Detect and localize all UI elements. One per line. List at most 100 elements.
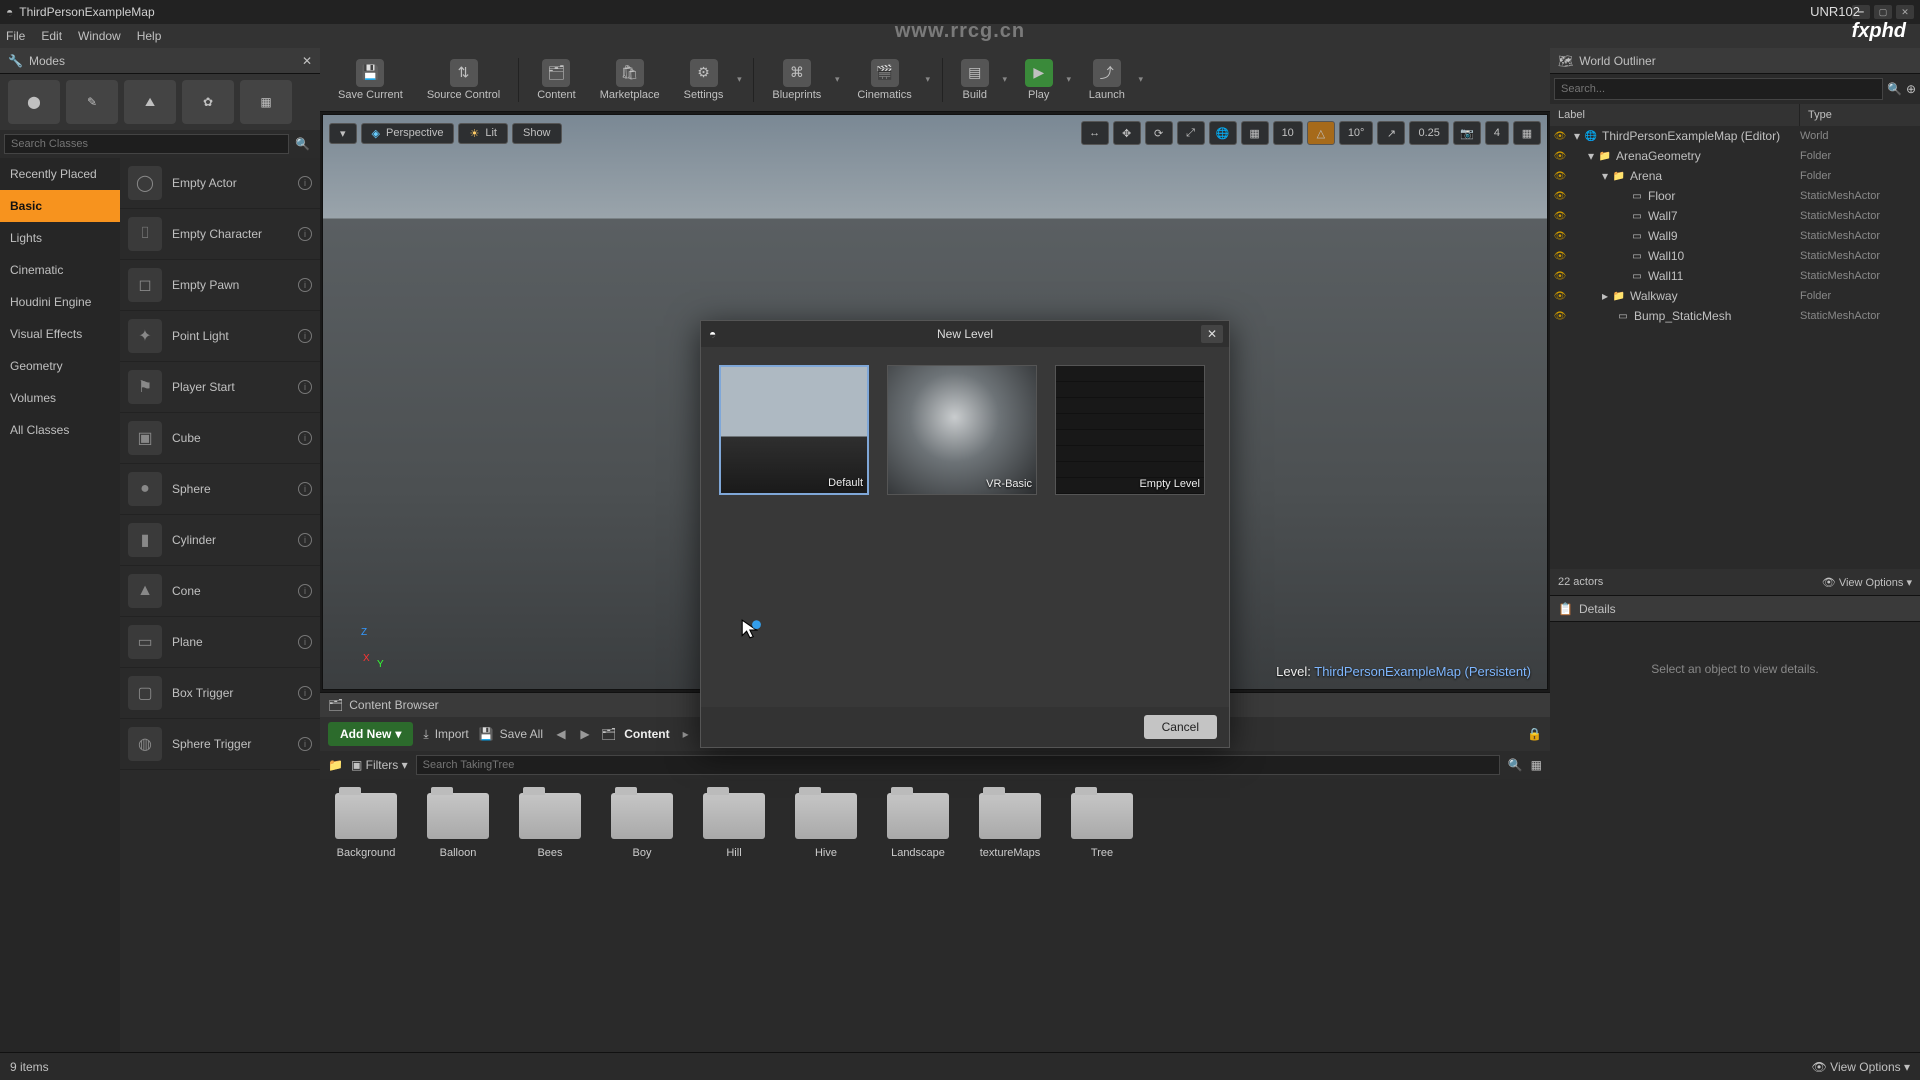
viewport-lit-dropdown[interactable]: ☀Lit bbox=[458, 123, 508, 144]
info-icon[interactable]: i bbox=[298, 737, 312, 751]
blueprints-dropdown[interactable]: ▾ bbox=[831, 74, 843, 85]
close-tab-icon[interactable]: ✕ bbox=[302, 54, 312, 68]
add-new-button[interactable]: Add New ▾ bbox=[328, 722, 413, 746]
actor-empty-actor[interactable]: ◯Empty Actori bbox=[120, 158, 320, 209]
view-grid-icon[interactable]: ▦ bbox=[1531, 758, 1542, 772]
transform-rotate-icon[interactable]: ⟳ bbox=[1145, 121, 1173, 145]
blueprints-button[interactable]: ⌘Blueprints bbox=[762, 55, 831, 105]
folder-landscape[interactable]: Landscape bbox=[886, 793, 950, 859]
cinematics-dropdown[interactable]: ▾ bbox=[922, 74, 934, 85]
expand-icon[interactable]: ▾ bbox=[1574, 129, 1580, 143]
build-dropdown[interactable]: ▾ bbox=[999, 74, 1011, 85]
lock-icon[interactable]: 🔒 bbox=[1527, 727, 1542, 741]
visibility-icon[interactable]: 👁 bbox=[1550, 291, 1570, 302]
visibility-icon[interactable]: 👁 bbox=[1550, 311, 1570, 322]
modes-category-basic[interactable]: Basic bbox=[0, 190, 120, 222]
menu-file[interactable]: File bbox=[6, 29, 25, 43]
info-icon[interactable]: i bbox=[298, 533, 312, 547]
folder-tree[interactable]: Tree bbox=[1070, 793, 1134, 859]
save-all-button[interactable]: 💾Save All bbox=[479, 727, 543, 741]
nav-back-button[interactable]: ◀ bbox=[553, 727, 569, 741]
expand-icon[interactable]: ▾ bbox=[1602, 169, 1608, 183]
folder-hill[interactable]: Hill bbox=[702, 793, 766, 859]
menu-help[interactable]: Help bbox=[137, 29, 162, 43]
import-button[interactable]: ⤓Import bbox=[423, 727, 468, 742]
outliner-header-type[interactable]: Type bbox=[1800, 104, 1920, 126]
foliage-mode-icon[interactable]: ✿ bbox=[182, 80, 234, 124]
outliner-row-arenageometry[interactable]: 👁▾📁ArenaGeometryFolder bbox=[1550, 146, 1920, 166]
nav-forward-button[interactable]: ▶ bbox=[577, 727, 593, 741]
search-icon[interactable]: 🔍 bbox=[1508, 758, 1523, 772]
info-icon[interactable]: i bbox=[298, 278, 312, 292]
info-icon[interactable]: i bbox=[298, 584, 312, 598]
outliner-row-walkway[interactable]: 👁▸📁WalkwayFolder bbox=[1550, 286, 1920, 306]
info-icon[interactable]: i bbox=[298, 176, 312, 190]
info-icon[interactable]: i bbox=[298, 635, 312, 649]
breadcrumb-root[interactable]: Content bbox=[624, 727, 669, 741]
outliner-view-options[interactable]: 👁 View Options ▾ bbox=[1822, 576, 1912, 589]
dialog-close-button[interactable]: ✕ bbox=[1201, 325, 1223, 343]
search-icon[interactable]: 🔍 bbox=[1887, 82, 1902, 96]
settings-button[interactable]: ⚙Settings bbox=[674, 55, 734, 105]
info-icon[interactable]: i bbox=[298, 482, 312, 496]
actor-sphere[interactable]: ●Spherei bbox=[120, 464, 320, 515]
modes-category-lights[interactable]: Lights bbox=[0, 222, 120, 254]
snap-rot-toggle[interactable]: △ bbox=[1307, 121, 1335, 145]
visibility-icon[interactable]: 👁 bbox=[1550, 211, 1570, 222]
viewport-maximize-icon[interactable]: ▦ bbox=[1513, 121, 1541, 145]
content-search-input[interactable] bbox=[416, 755, 1500, 775]
world-outliner-tab[interactable]: 🗺 World Outliner bbox=[1550, 48, 1920, 74]
modes-tab[interactable]: 🔧 Modes ✕ bbox=[0, 48, 320, 74]
details-tab[interactable]: 📋 Details bbox=[1550, 596, 1920, 622]
geometry-mode-icon[interactable]: ▦ bbox=[240, 80, 292, 124]
info-icon[interactable]: i bbox=[298, 431, 312, 445]
actor-sphere-trigger[interactable]: ◍Sphere Triggeri bbox=[120, 719, 320, 770]
info-icon[interactable]: i bbox=[298, 686, 312, 700]
level-template-vr-basic[interactable]: VR-Basic bbox=[887, 365, 1037, 495]
modes-category-cinematic[interactable]: Cinematic bbox=[0, 254, 120, 286]
outliner-row-wall11[interactable]: 👁▭Wall11StaticMeshActor bbox=[1550, 266, 1920, 286]
viewport-show-dropdown[interactable]: Show bbox=[512, 123, 562, 144]
snap-scale-toggle[interactable]: ↗ bbox=[1377, 121, 1405, 145]
transform-select-icon[interactable]: ↔ bbox=[1081, 121, 1109, 145]
snap-pos-toggle[interactable]: ▦ bbox=[1241, 121, 1269, 145]
snap-rot-value[interactable]: 10° bbox=[1339, 121, 1374, 145]
outliner-row-wall7[interactable]: 👁▭Wall7StaticMeshActor bbox=[1550, 206, 1920, 226]
actor-player-start[interactable]: ⚑Player Starti bbox=[120, 362, 320, 413]
camera-speed-value[interactable]: 4 bbox=[1485, 121, 1509, 145]
actor-box-trigger[interactable]: ▢Box Triggeri bbox=[120, 668, 320, 719]
expand-icon[interactable]: ▸ bbox=[1602, 289, 1608, 303]
modes-category-recently-placed[interactable]: Recently Placed bbox=[0, 158, 120, 190]
play-button[interactable]: ▶Play bbox=[1015, 55, 1063, 105]
viewport-perspective-dropdown[interactable]: ◈Perspective bbox=[361, 123, 455, 144]
outliner-row-bump-staticmesh[interactable]: 👁▭Bump_StaticMeshStaticMeshActor bbox=[1550, 306, 1920, 326]
filter-icon[interactable]: ⊕ bbox=[1906, 82, 1916, 96]
modes-category-geometry[interactable]: Geometry bbox=[0, 350, 120, 382]
marketplace-button[interactable]: 🛍Marketplace bbox=[590, 55, 670, 105]
visibility-icon[interactable]: 👁 bbox=[1550, 191, 1570, 202]
search-icon[interactable]: 🔍 bbox=[289, 137, 316, 151]
actor-cube[interactable]: ▣Cubei bbox=[120, 413, 320, 464]
visibility-icon[interactable]: 👁 bbox=[1550, 251, 1570, 262]
info-icon[interactable]: i bbox=[298, 227, 312, 241]
place-mode-icon[interactable]: ⬤ bbox=[8, 80, 60, 124]
modes-category-volumes[interactable]: Volumes bbox=[0, 382, 120, 414]
modes-search-input[interactable] bbox=[4, 134, 289, 154]
outliner-row-arena[interactable]: 👁▾📁ArenaFolder bbox=[1550, 166, 1920, 186]
transform-move-icon[interactable]: ✥ bbox=[1113, 121, 1141, 145]
folder-bees[interactable]: Bees bbox=[518, 793, 582, 859]
visibility-icon[interactable]: 👁 bbox=[1550, 231, 1570, 242]
folder-background[interactable]: Background bbox=[334, 793, 398, 859]
info-icon[interactable]: i bbox=[298, 380, 312, 394]
folder-balloon[interactable]: Balloon bbox=[426, 793, 490, 859]
folder-texturemaps[interactable]: textureMaps bbox=[978, 793, 1042, 859]
actor-cylinder[interactable]: ▮Cylinderi bbox=[120, 515, 320, 566]
outliner-header-label[interactable]: Label bbox=[1550, 104, 1800, 126]
landscape-mode-icon[interactable]: ⛰ bbox=[124, 80, 176, 124]
settings-dropdown[interactable]: ▾ bbox=[733, 74, 745, 85]
level-template-empty-level[interactable]: Empty Level bbox=[1055, 365, 1205, 495]
folder-boy[interactable]: Boy bbox=[610, 793, 674, 859]
launch-dropdown[interactable]: ▾ bbox=[1135, 74, 1147, 85]
outliner-search-input[interactable] bbox=[1554, 78, 1883, 100]
launch-button[interactable]: ⤴Launch bbox=[1079, 55, 1135, 105]
